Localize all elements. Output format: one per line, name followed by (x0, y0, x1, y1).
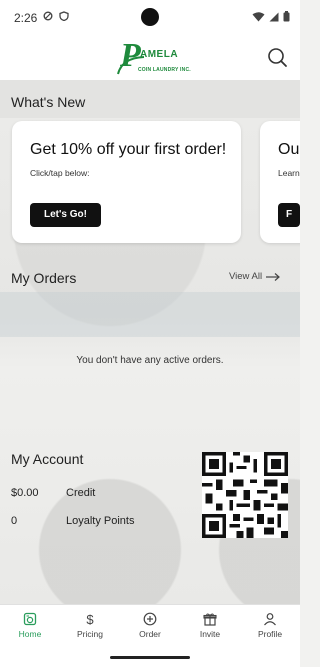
credit-value: $0.00 (11, 487, 39, 499)
gesture-area (0, 648, 300, 667)
status-time: 2:26 (14, 11, 38, 25)
nav-home-label: Home (18, 629, 42, 639)
background-washer-panel (0, 292, 300, 337)
credit-label: Credit (66, 487, 96, 499)
promo-subtitle-next: Learn (278, 168, 300, 178)
nav-home[interactable]: Home (0, 605, 60, 649)
bottom-navigation: Home $ Pricing Order Invite Profile (0, 604, 300, 648)
nav-order[interactable]: Order (120, 605, 180, 649)
person-icon (264, 613, 276, 626)
battery-icon (283, 11, 290, 22)
nav-order-label: Order (139, 629, 161, 639)
home-content[interactable]: What's New Get 10% off your first order!… (0, 80, 300, 604)
nav-pricing[interactable]: $ Pricing (60, 605, 120, 649)
promo-card-next[interactable]: Our Learn F (260, 121, 300, 243)
logo-name: AMELA (140, 49, 179, 60)
app-header: P AMELA COIN LAUNDRY INC. (0, 36, 300, 80)
washer-icon (23, 612, 37, 626)
view-all-label: View All (229, 271, 263, 282)
promo-card-first-order[interactable]: Get 10% off your first order! Click/tap … (12, 121, 241, 243)
home-gesture-bar[interactable] (110, 656, 190, 659)
pamela-logo: P AMELA COIN LAUNDRY INC. (116, 38, 191, 76)
promo-subtitle: Click/tap below: (30, 168, 90, 178)
view-all-link[interactable]: View All (229, 271, 281, 282)
whats-new-title: What's New (11, 94, 86, 110)
qr-code-icon[interactable] (202, 452, 288, 538)
camera-cutout (141, 8, 159, 26)
promo-title-next: Our (278, 141, 300, 158)
gift-icon (203, 613, 217, 626)
search-icon[interactable] (266, 46, 288, 68)
my-orders-title: My Orders (11, 270, 77, 286)
nav-invite[interactable]: Invite (180, 605, 240, 649)
empty-orders-message: You don't have any active orders. (76, 355, 224, 366)
wifi-icon (252, 11, 265, 21)
plus-circle-icon (143, 612, 157, 626)
nav-profile[interactable]: Profile (240, 605, 300, 649)
arrow-right-icon (266, 272, 281, 281)
nav-profile-label: Profile (257, 629, 283, 639)
lets-go-button[interactable]: Let's Go! (30, 203, 101, 227)
status-bar: 2:26 (0, 0, 300, 36)
status-system-icons (252, 11, 290, 22)
svg-text:$: $ (86, 612, 94, 626)
nav-invite-label: Invite (199, 629, 221, 639)
data-saver-icon (43, 11, 53, 21)
nav-pricing-label: Pricing (77, 629, 103, 639)
logo-subtitle: COIN LAUNDRY INC. (138, 67, 191, 73)
shield-icon (59, 11, 69, 21)
signal-icon (269, 12, 279, 21)
loyalty-value: 0 (11, 515, 18, 527)
promo-title: Get 10% off your first order! (30, 141, 227, 158)
status-notification-icons (43, 11, 69, 21)
loyalty-label: Loyalty Points (66, 515, 135, 527)
promo-button-next[interactable]: F (278, 203, 300, 227)
dollar-icon: $ (86, 612, 94, 626)
my-account-title: My Account (11, 451, 84, 467)
